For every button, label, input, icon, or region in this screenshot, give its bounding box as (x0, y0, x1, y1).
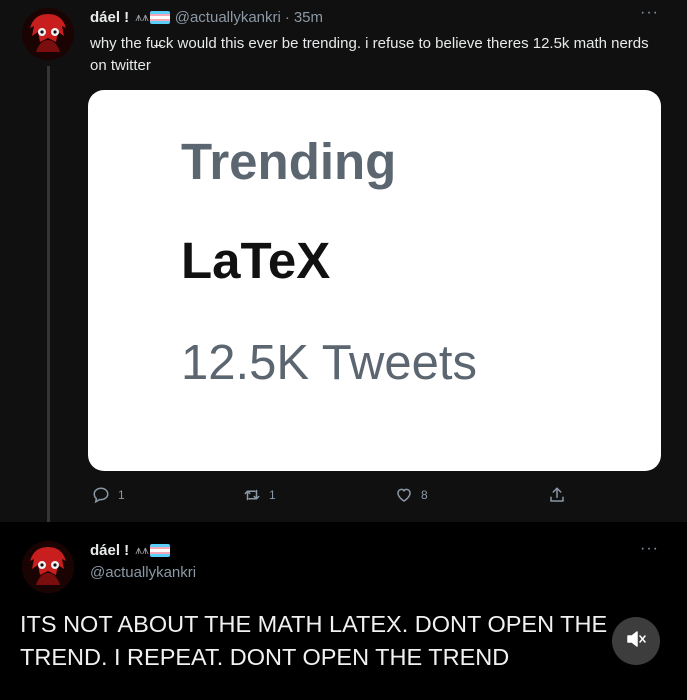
muted-speaker-icon (624, 627, 648, 656)
reply-count: 1 (118, 488, 125, 502)
tweet-text: why the fu̶ck would this ever be trendin… (90, 35, 649, 74)
trans-flag-icon (149, 11, 170, 24)
mute-button[interactable] (612, 617, 660, 665)
tweet-text: ITS NOT ABOUT THE MATH LATEX. DONT OPEN … (20, 611, 608, 670)
trending-topic: LaTeX (181, 232, 331, 289)
trending-label: Trending (181, 133, 397, 190)
handle[interactable]: @actuallykankri (175, 9, 281, 26)
tweet-2-name-row: dáel ! ⩚⩚ (90, 542, 170, 559)
thread-line (47, 66, 50, 522)
action-bar: 1 1 8 (0, 486, 687, 510)
more-options-icon[interactable]: ··· (640, 4, 659, 22)
tweet-header: dáel ! ⩚⩚ @actuallykankri · 35m (90, 9, 323, 26)
display-name[interactable]: dáel ! (90, 542, 129, 559)
bat-icon: ⩚⩚ (135, 543, 149, 557)
more-options-icon[interactable]: ··· (640, 540, 659, 558)
separator-dot: · (284, 9, 290, 26)
avatar[interactable] (22, 8, 74, 60)
share-icon (548, 486, 566, 504)
timestamp[interactable]: 35m (294, 9, 323, 26)
avatar[interactable] (22, 541, 74, 593)
retweet-count: 1 (269, 488, 276, 502)
trans-flag-icon (149, 544, 170, 557)
like-count: 8 (421, 488, 428, 502)
reply-button[interactable]: 1 (92, 486, 125, 504)
attached-image[interactable]: Trending LaTeX 12.5K Tweets (88, 90, 661, 471)
tweet-1[interactable]: dáel ! ⩚⩚ @actuallykankri · 35m ··· why … (0, 0, 687, 522)
tweet-count: 12.5K Tweets (181, 336, 478, 390)
heart-icon (395, 486, 413, 504)
bat-icon: ⩚⩚ (135, 10, 149, 24)
retweet-icon (243, 486, 261, 504)
like-button[interactable]: 8 (395, 486, 428, 504)
flag-stripe (149, 554, 170, 557)
reply-icon (92, 486, 110, 504)
display-name[interactable]: dáel ! (90, 9, 129, 26)
name-emoji: ⩚⩚ (135, 10, 170, 25)
retweet-button[interactable]: 1 (243, 486, 276, 504)
name-emoji: ⩚⩚ (135, 543, 170, 558)
share-button[interactable] (548, 486, 566, 504)
flag-stripe (149, 21, 170, 24)
handle[interactable]: @actuallykankri (90, 564, 196, 581)
